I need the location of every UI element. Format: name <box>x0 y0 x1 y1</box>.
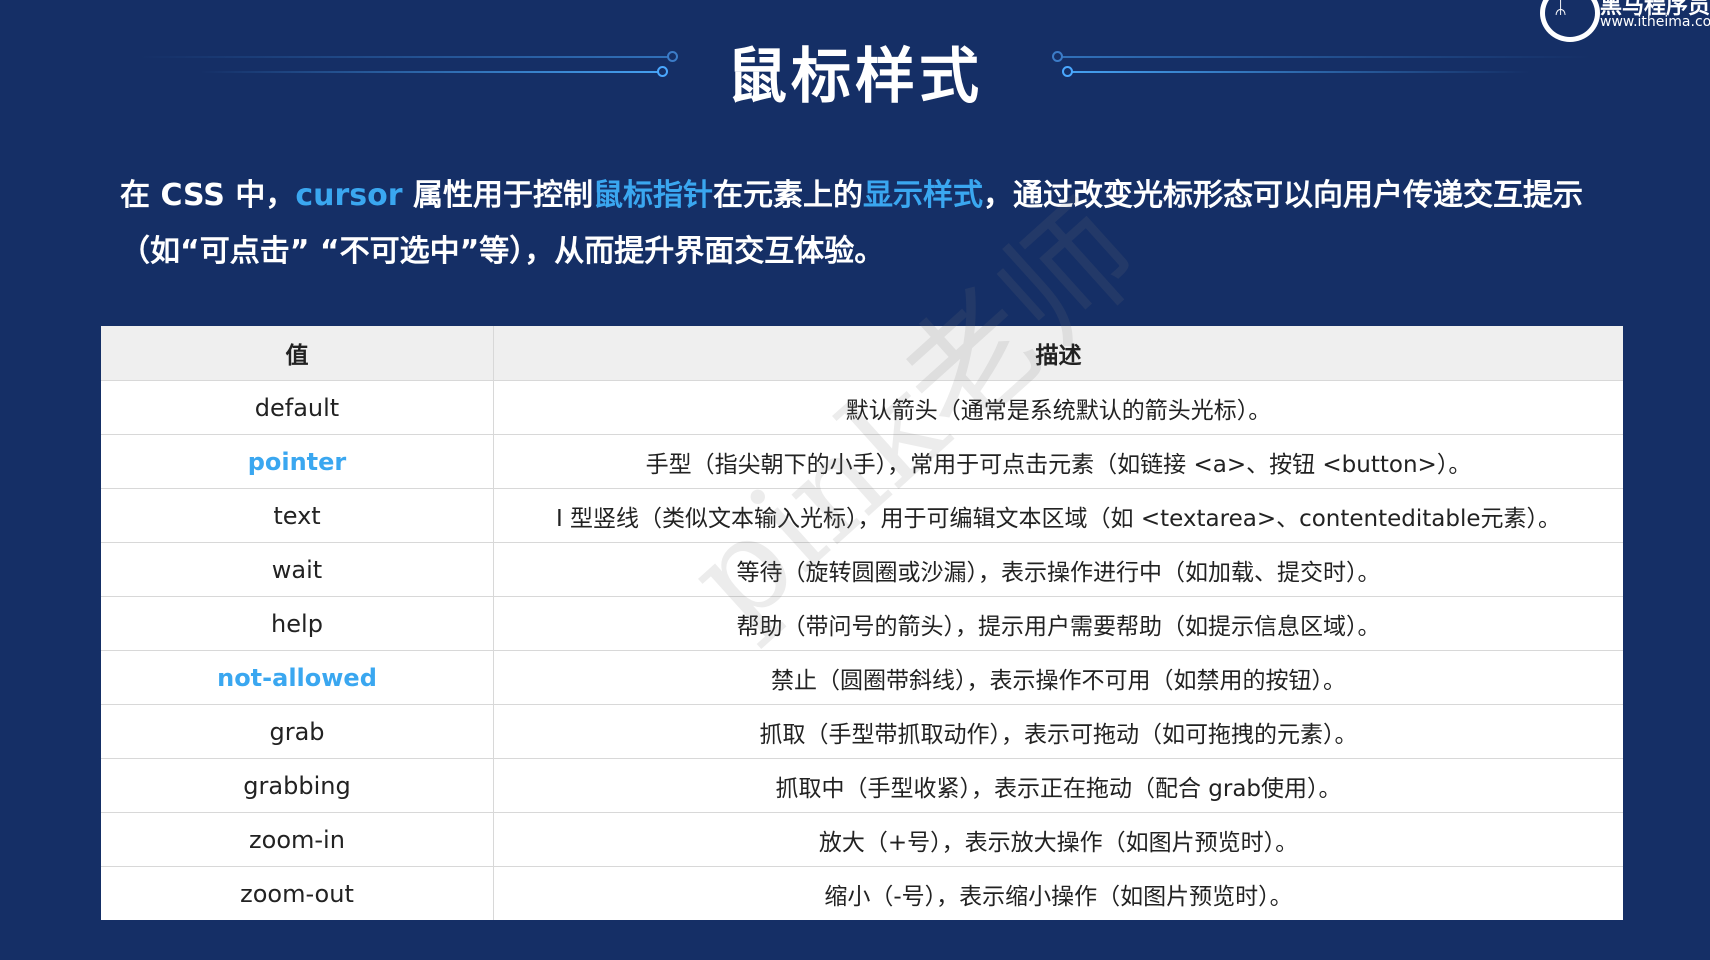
table-row: default 默认箭头（通常是系统默认的箭头光标）。 <box>101 380 1623 435</box>
intro-highlight-cursor: cursor <box>295 178 403 213</box>
table-row: wait 等待（旋转圆圈或沙漏），表示操作进行中（如加载、提交时）。 <box>101 542 1623 597</box>
row-value: grabbing <box>101 758 494 813</box>
intro-highlight-style: 显示样式 <box>862 178 983 213</box>
row-description: 缩小（-号），表示缩小操作（如图片预览时）。 <box>824 883 1293 910</box>
row-description: 禁止（圆圈带斜线），表示操作不可用（如禁用的按钮）。 <box>493 650 1623 705</box>
row-description: 抓取中（手型收紧），表示正在拖动（配合 grab使用）。 <box>493 758 1623 813</box>
brand-logo: ᛦ 黑马程序员 www.itheima.com <box>1510 0 1710 48</box>
row-value: wait <box>101 542 494 597</box>
cursor-values-table: 值 描述 default 默认箭头（通常是系统默认的箭头光标）。 pointer… <box>101 326 1623 920</box>
logo-url: www.itheima.com <box>1600 14 1710 30</box>
row-value: pointer <box>101 434 494 489</box>
intro-text: 在 CSS 中， <box>120 178 296 213</box>
row-value: default <box>101 380 494 435</box>
title-decoration-right <box>1050 48 1590 78</box>
row-description: 抓取（手型带抓取动作），表示可拖动（如可拖拽的元素）。 <box>493 704 1623 759</box>
table-row: zoom-in 放大（+号），表示放大操作（如图片预览时）。 <box>101 812 1623 867</box>
table-row: grab 抓取（手型带抓取动作），表示可拖动（如可拖拽的元素）。 <box>101 704 1623 759</box>
table-row: not-allowed 禁止（圆圈带斜线），表示操作不可用（如禁用的按钮）。 <box>101 650 1623 705</box>
row-value: text <box>101 488 494 543</box>
header-value: 值 <box>101 326 494 381</box>
row-value: help <box>101 596 494 651</box>
table-row: help 帮助（带问号的箭头），提示用户需要帮助（如提示信息区域）。 <box>101 596 1623 651</box>
row-description: 等待（旋转圆圈或沙漏），表示操作进行中（如加载、提交时）。 <box>493 542 1623 597</box>
logo-figure-icon: ᛦ <box>1554 0 1568 19</box>
header-description: 描述 <box>493 326 1623 381</box>
row-value: not-allowed <box>101 650 494 705</box>
intro-highlight-pointer: 鼠标指针 <box>592 178 713 213</box>
row-description: 手型（指尖朝下的小手），常用于可点击元素（如链接 <a>、按钮 <button>… <box>493 434 1623 489</box>
row-description: 放大（+号），表示放大操作（如图片预览时）。 <box>493 812 1623 867</box>
row-description: 帮助（带问号的箭头），提示用户需要帮助（如提示信息区域）。 <box>493 596 1623 651</box>
row-value: zoom-out <box>101 866 494 920</box>
intro-paragraph: 在 CSS 中，cursor 属性用于控制鼠标指针在元素上的显示样式，通过改变光… <box>120 168 1620 280</box>
table-row: grabbing 抓取中（手型收紧），表示正在拖动（配合 grab使用）。 <box>101 758 1623 813</box>
row-description: 默认箭头（通常是系统默认的箭头光标）。 <box>493 380 1623 435</box>
intro-text: 属性用于控制 <box>402 178 593 213</box>
table-header-row: 值 描述 <box>101 326 1623 381</box>
table-row: pointer 手型（指尖朝下的小手），常用于可点击元素（如链接 <a>、按钮 … <box>101 434 1623 489</box>
logo-ring-icon <box>1540 0 1600 42</box>
table-row: zoom-out 缩小（-号），表示缩小操作（如图片预览时）。 <box>101 866 1623 920</box>
table-row: text I 型竖线（类似文本输入光标），用于可编辑文本区域（如 <textar… <box>101 488 1623 543</box>
row-value: grab <box>101 704 494 759</box>
row-value: zoom-in <box>101 812 494 867</box>
row-description: I 型竖线（类似文本输入光标），用于可编辑文本区域（如 <textarea>、c… <box>493 488 1623 543</box>
intro-text: 在元素上的 <box>712 178 863 213</box>
